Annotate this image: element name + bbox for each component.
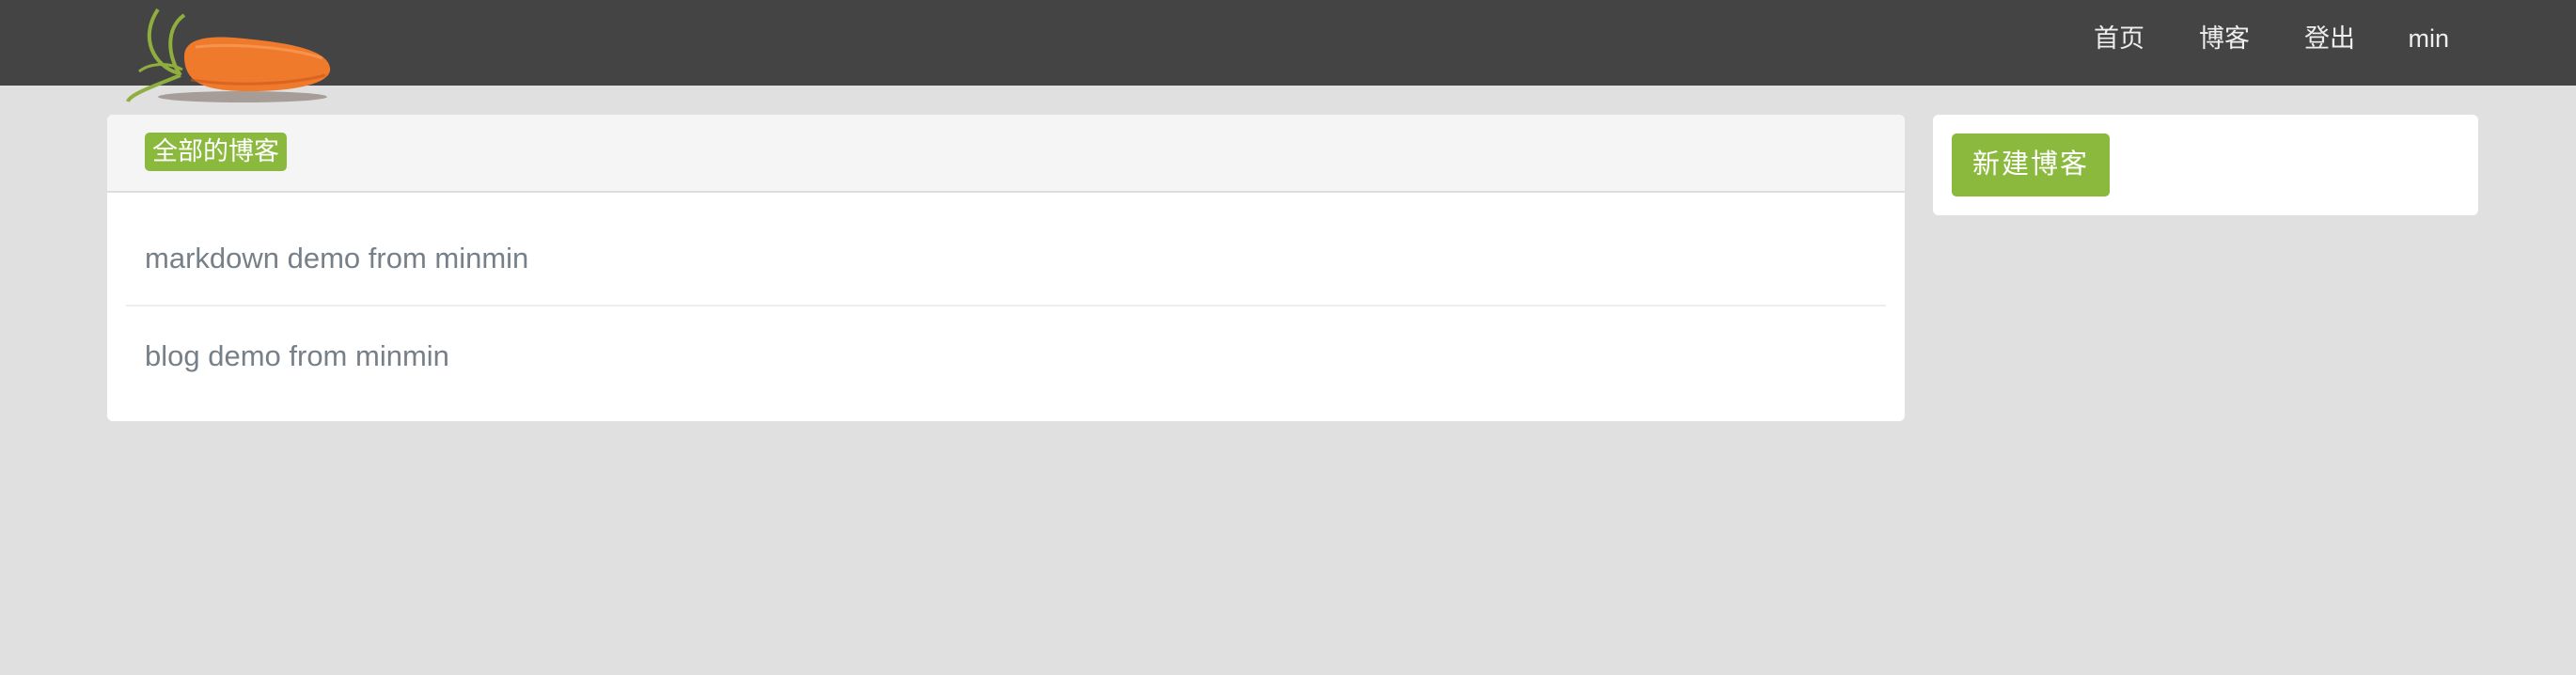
top-navbar: 首页 博客 登出 min xyxy=(0,0,2576,103)
nav-link-logout[interactable]: 登出 xyxy=(2304,23,2355,55)
sidebar-panel: 新建博客 xyxy=(1933,115,2478,215)
carrot-logo-icon[interactable] xyxy=(102,0,346,113)
nav-link-user[interactable]: min xyxy=(2408,23,2449,55)
blog-list-item[interactable]: blog demo from minmin xyxy=(145,338,449,375)
blog-list-panel: 全部的博客 markdown demo from minmin blog dem… xyxy=(107,115,1905,421)
nav-link-blog[interactable]: 博客 xyxy=(2199,23,2250,55)
panel-header: 全部的博客 xyxy=(107,115,1905,193)
list-divider xyxy=(126,305,1886,306)
blog-list-item[interactable]: markdown demo from minmin xyxy=(145,240,528,277)
all-blogs-label: 全部的博客 xyxy=(145,133,287,171)
new-blog-button[interactable]: 新建博客 xyxy=(1952,133,2110,196)
nav-link-home[interactable]: 首页 xyxy=(2094,23,2144,55)
